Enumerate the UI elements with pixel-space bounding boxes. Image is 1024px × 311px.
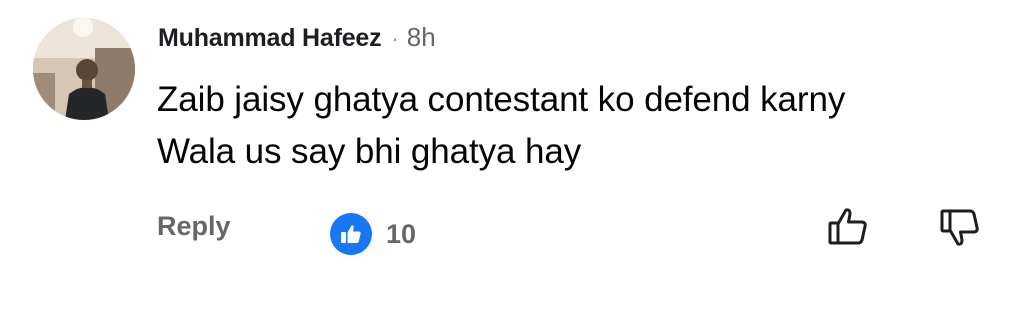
upvote-button[interactable] — [826, 205, 870, 249]
author-name[interactable]: Muhammad Hafeez — [158, 24, 382, 53]
comment-actions: Reply 10 — [0, 205, 1024, 255]
thumbs-down-icon — [940, 209, 979, 246]
comment-header: Muhammad Hafeez · 8h — [158, 22, 436, 56]
reaction-count: 10 — [386, 218, 417, 249]
comment-text-line: Wala us say bhi ghatya hay — [157, 132, 582, 171]
comment-timestamp[interactable]: 8h — [407, 22, 436, 53]
comment-text-line: Zaib jaisy ghatya contestant ko defend k… — [157, 80, 846, 119]
comment-item: Muhammad Hafeez · 8h Zaib jaisy ghatya c… — [0, 0, 1024, 311]
avatar-photo — [33, 18, 135, 120]
avatar[interactable] — [33, 18, 135, 120]
reply-button[interactable]: Reply — [157, 211, 231, 242]
reactions-summary[interactable]: 10 — [330, 213, 416, 255]
downvote-button[interactable] — [938, 205, 982, 249]
like-reaction-icon — [330, 213, 372, 255]
header-separator: · — [391, 26, 399, 51]
comment-text: Zaib jaisy ghatya contestant ko defend k… — [157, 74, 997, 178]
thumbs-up-icon — [828, 208, 867, 245]
